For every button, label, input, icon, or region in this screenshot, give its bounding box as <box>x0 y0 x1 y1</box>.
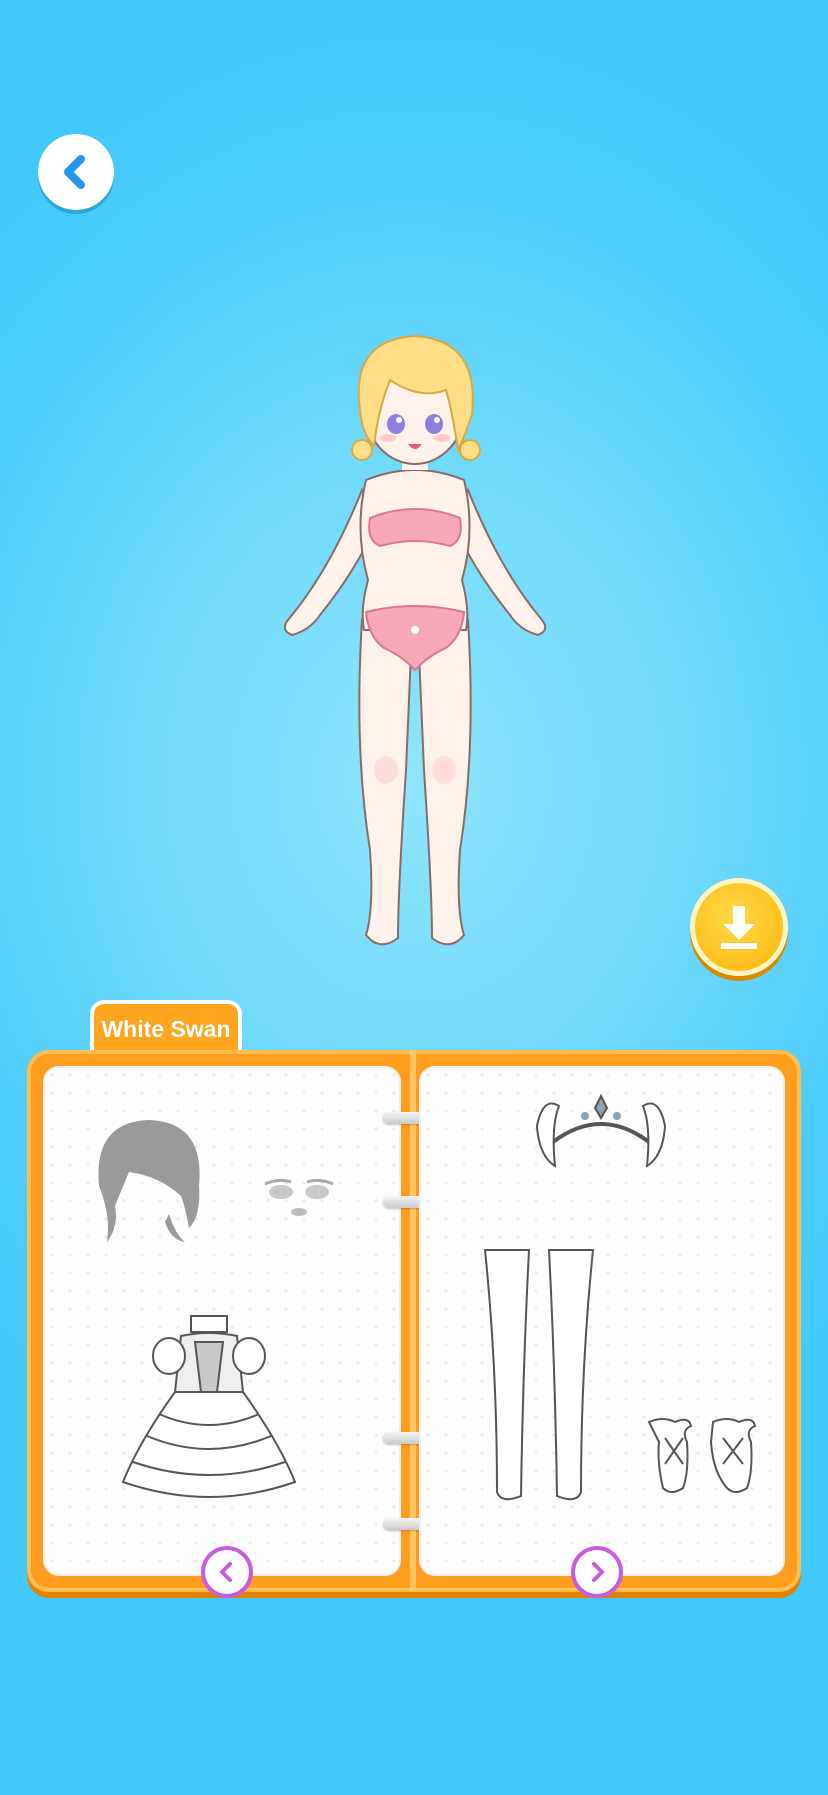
dress-item[interactable] <box>119 1312 299 1512</box>
right-page <box>419 1066 785 1576</box>
chevron-left-icon <box>64 155 85 189</box>
tiara-item[interactable] <box>533 1086 669 1176</box>
next-page-button[interactable] <box>571 1546 623 1598</box>
chevron-left-icon <box>220 1562 232 1582</box>
ballet-shoes-item[interactable] <box>643 1412 763 1502</box>
download-button[interactable] <box>690 878 788 976</box>
book-spine <box>410 1050 416 1592</box>
outfit-book <box>27 1050 801 1598</box>
outfit-set-tab[interactable]: White Swan <box>90 1000 242 1054</box>
chevron-right-icon <box>592 1562 604 1582</box>
back-button[interactable] <box>38 134 114 210</box>
stockings-item[interactable] <box>479 1246 599 1506</box>
prev-page-button[interactable] <box>201 1546 253 1598</box>
hair-item[interactable] <box>89 1116 209 1246</box>
left-page <box>43 1066 401 1576</box>
face-item[interactable] <box>259 1176 339 1226</box>
character-avatar <box>283 334 547 946</box>
download-icon <box>721 906 757 949</box>
